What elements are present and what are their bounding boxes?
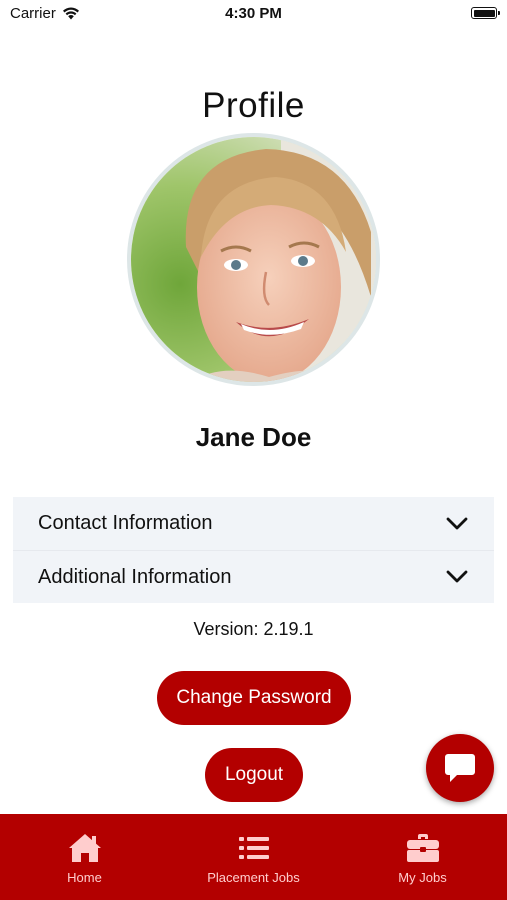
chat-bubble-icon [445, 754, 475, 782]
page-title: Profile [202, 86, 305, 125]
chevron-down-icon [446, 570, 468, 583]
chat-button[interactable] [426, 734, 494, 802]
briefcase-icon [406, 834, 439, 862]
info-accordion: Contact Information Additional Informati… [13, 497, 494, 603]
status-time: 4:30 PM [225, 5, 282, 22]
logout-button[interactable]: Logout [205, 748, 303, 802]
tab-home-label: Home [67, 870, 102, 885]
additional-information-label: Additional Information [38, 565, 232, 588]
additional-information-row[interactable]: Additional Information [13, 550, 494, 603]
list-icon [238, 837, 269, 859]
contact-information-label: Contact Information [38, 512, 213, 534]
avatar [127, 133, 380, 386]
contact-information-row[interactable]: Contact Information [13, 497, 494, 550]
tab-placement-jobs[interactable]: Placement Jobs [169, 814, 338, 900]
battery-icon [471, 7, 500, 19]
tab-my-jobs[interactable]: My Jobs [338, 814, 507, 900]
tab-placement-jobs-label: Placement Jobs [207, 870, 300, 885]
tab-home[interactable]: Home [0, 814, 169, 900]
status-bar: Carrier 4:30 PM [0, 0, 507, 30]
chevron-down-icon [446, 517, 468, 529]
user-name: Jane Doe [195, 422, 312, 452]
tab-bar: Home Placement Jobs My Jobs [0, 814, 507, 900]
tab-my-jobs-label: My Jobs [398, 870, 447, 885]
version-label: Version: 2.19.1 [193, 619, 314, 639]
change-password-button[interactable]: Change Password [157, 671, 351, 725]
home-icon [68, 834, 101, 862]
